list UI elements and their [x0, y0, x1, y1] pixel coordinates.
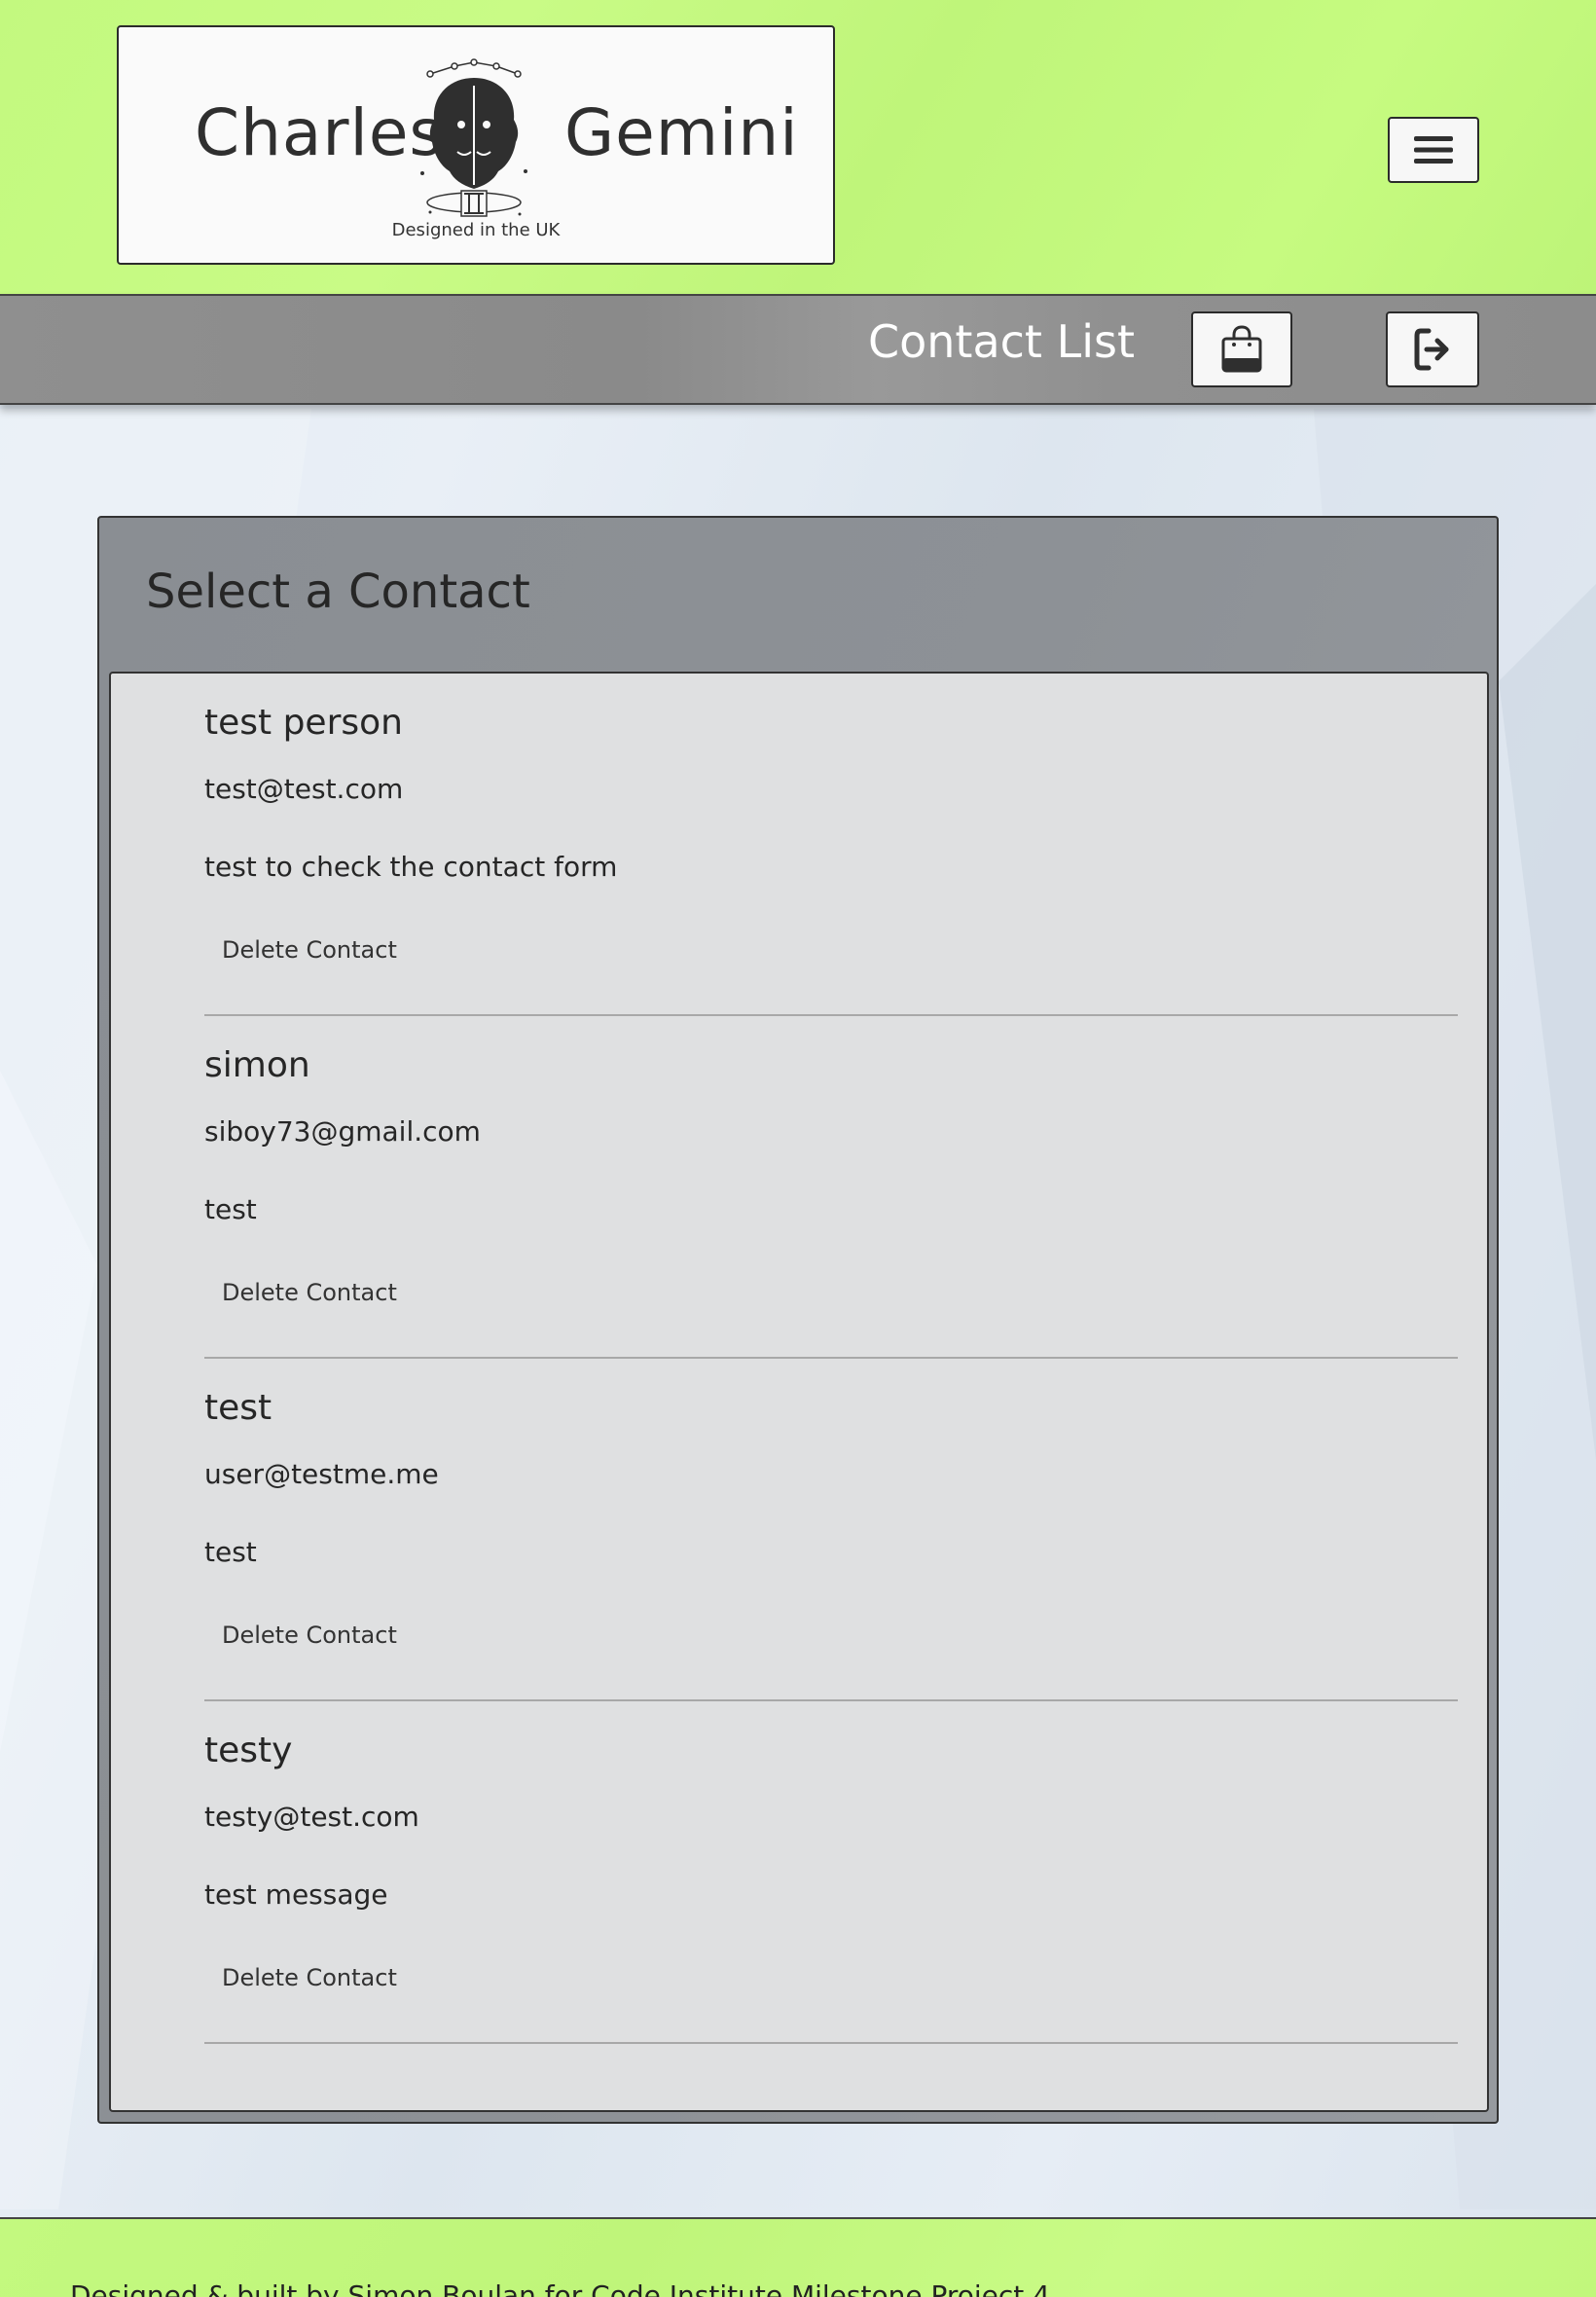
brand-word-right: Gemini — [564, 95, 799, 170]
contact-email: test@test.com — [204, 773, 404, 805]
contact-item: test person test@test.com test to check … — [204, 674, 1458, 1016]
contact-email: user@testme.me — [204, 1458, 439, 1490]
contact-list: test person test@test.com test to check … — [109, 672, 1489, 2112]
contact-name: testy — [204, 1731, 293, 1770]
page-title: Contact List — [868, 315, 1136, 368]
page-toolbar: Contact List — [0, 294, 1596, 405]
footer-credits: Designed & built by Simon Boulan for Cod… — [70, 2279, 1050, 2297]
delete-contact-button[interactable]: Delete Contact — [222, 1622, 397, 1649]
contact-email: testy@test.com — [204, 1801, 419, 1833]
delete-contact-button[interactable]: Delete Contact — [222, 936, 397, 964]
brand-tagline: Designed in the UK — [391, 220, 561, 240]
contact-name: test person — [204, 703, 403, 743]
contact-item: test user@testme.me test Delete Contact — [204, 1359, 1458, 1701]
shopping-bag-icon — [1221, 325, 1262, 373]
gemini-twins-logo-icon — [420, 58, 527, 217]
panel-title: Select a Contact — [146, 565, 530, 619]
menu-toggle-button[interactable] — [1388, 117, 1479, 183]
contact-message: test — [204, 1536, 257, 1568]
contact-item: simon siboy73@gmail.com test Delete Cont… — [204, 1016, 1458, 1359]
contact-panel: Select a Contact test person test@test.c… — [97, 516, 1499, 2124]
brand-logo-box[interactable]: Charles Gemini Designed in the UK — [117, 25, 835, 265]
site-footer: Designed & built by Simon Boulan for Cod… — [0, 2217, 1596, 2297]
contact-message: test message — [204, 1878, 388, 1911]
shopping-bag-button[interactable] — [1191, 311, 1292, 387]
delete-contact-button[interactable]: Delete Contact — [222, 1964, 397, 1991]
brand-word-left: Charles — [195, 95, 444, 170]
contact-email: siboy73@gmail.com — [204, 1115, 481, 1148]
contact-message: test — [204, 1193, 257, 1225]
contact-name: test — [204, 1388, 272, 1428]
logout-icon — [1414, 328, 1449, 371]
contact-message: test to check the contact form — [204, 851, 618, 883]
logout-button[interactable] — [1386, 311, 1479, 387]
site-header: Charles Gemini Designed in the UK — [0, 0, 1596, 294]
hamburger-menu-icon — [1414, 136, 1453, 164]
contact-item: testy testy@test.com test message Delete… — [204, 1701, 1458, 2044]
contact-name: simon — [204, 1045, 310, 1085]
delete-contact-button[interactable]: Delete Contact — [222, 1279, 397, 1306]
